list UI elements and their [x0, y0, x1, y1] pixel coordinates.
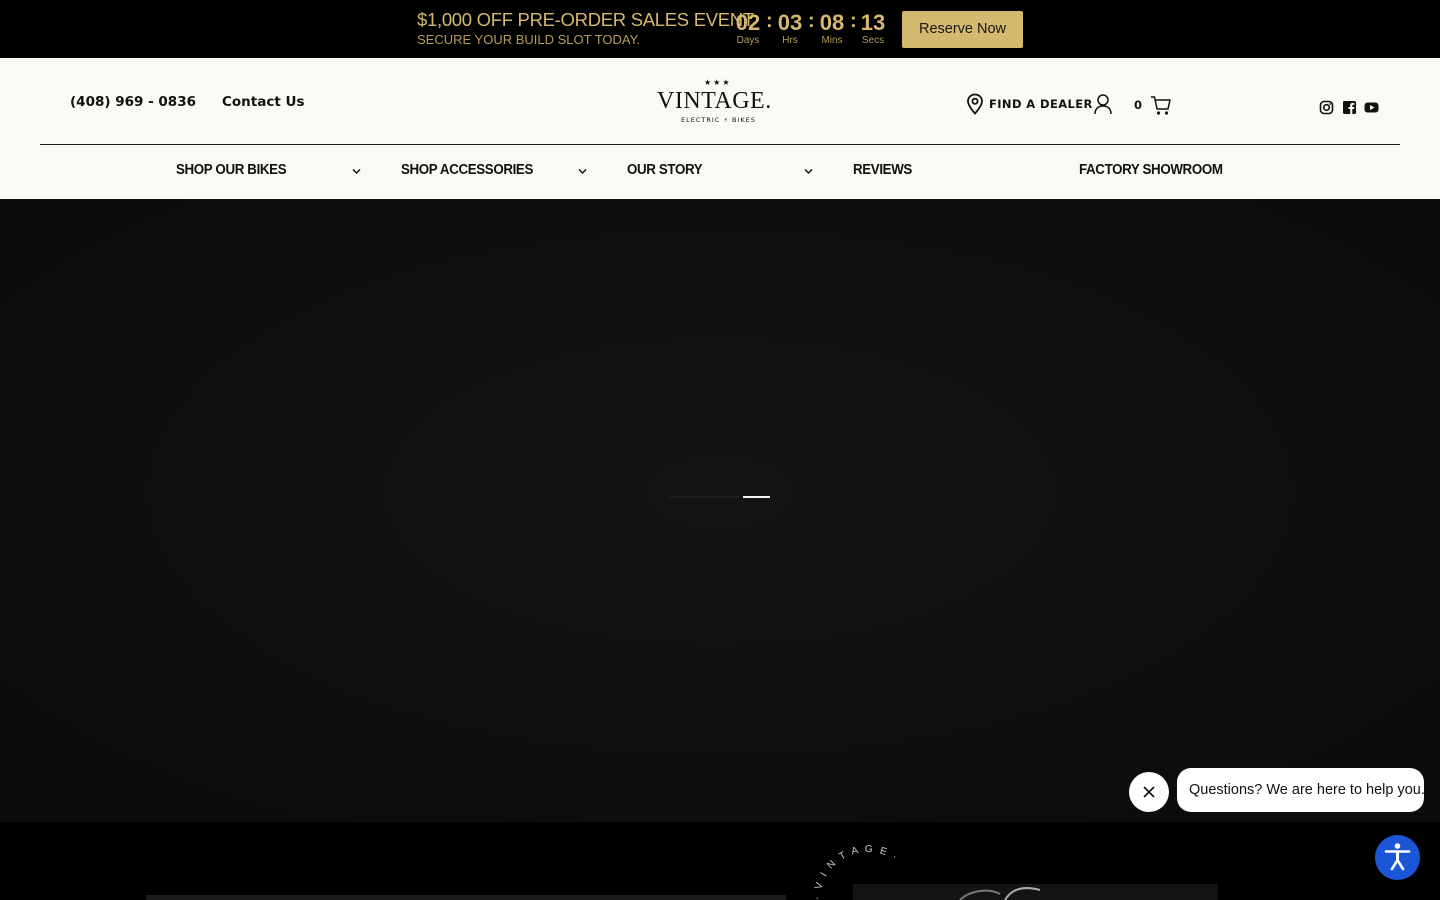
countdown-separator: : [808, 10, 815, 32]
nav-our-story[interactable]: OUR STORY [627, 162, 703, 178]
hero-slider [0, 199, 1440, 822]
announcement-bar: $1,000 OFF PRE-ORDER SALES EVENT SECURE … [0, 0, 1440, 58]
promo-subtitle: SECURE YOUR BUILD SLOT TODAY. [417, 32, 641, 47]
countdown-separator: : [766, 10, 773, 32]
accessibility-icon [1384, 843, 1411, 871]
phone-link[interactable]: (408) 969 - 0836 [70, 94, 196, 110]
logo-wordmark: VINTAGE. [657, 88, 772, 114]
find-a-dealer-link[interactable]: FIND A DEALER [966, 92, 1093, 116]
slider-dot-active[interactable] [743, 496, 770, 498]
account-icon[interactable] [1093, 93, 1113, 115]
countdown-hours: 03 Hrs [777, 10, 803, 46]
slider-dot[interactable] [670, 496, 740, 498]
accessibility-button[interactable] [1375, 835, 1420, 880]
contact-us-link[interactable]: Contact Us [222, 94, 305, 110]
countdown-minutes: 08 Mins [819, 10, 845, 46]
chevron-down-icon[interactable] [352, 168, 361, 175]
find-a-dealer-label: FIND A DEALER [989, 97, 1093, 111]
youtube-icon[interactable] [1364, 100, 1379, 115]
chevron-down-icon[interactable] [578, 168, 587, 175]
nav-reviews[interactable]: REVIEWS [853, 162, 912, 178]
close-icon [1143, 786, 1155, 798]
nav-factory-showroom[interactable]: FACTORY SHOWROOM [1079, 162, 1223, 178]
instagram-icon[interactable] [1319, 100, 1334, 115]
header-divider [40, 144, 1400, 145]
nav-shop-our-bikes[interactable]: SHOP OUR BIKES [176, 162, 287, 178]
location-pin-icon [967, 93, 983, 115]
reserve-now-button[interactable]: Reserve Now [902, 11, 1023, 48]
promo-title: $1,000 OFF PRE-ORDER SALES EVENT [417, 9, 754, 30]
facebook-icon[interactable] [1342, 100, 1357, 115]
logo-subtitle: ELECTRIC ⚡ BIKES [681, 116, 756, 124]
logo-stars: ★★★ [704, 78, 732, 87]
next-section [0, 822, 1440, 900]
chat-message-bubble[interactable]: Questions? We are here to help you. [1177, 768, 1425, 812]
countdown-days: 02 Days [735, 10, 761, 46]
cart-count[interactable]: 0 [1134, 98, 1142, 112]
chat-close-button[interactable] [1129, 772, 1169, 812]
section-heading-partial [146, 895, 786, 900]
chevron-down-icon[interactable] [804, 168, 813, 175]
countdown-seconds: 13 Secs [860, 10, 886, 46]
cart-icon[interactable] [1150, 94, 1172, 116]
bike-image [959, 887, 1041, 900]
vintage-logo[interactable]: ★★★ VINTAGE. ELECTRIC ⚡ BIKES [650, 76, 790, 126]
nav-shop-accessories[interactable]: SHOP ACCESSORIES [401, 162, 533, 178]
